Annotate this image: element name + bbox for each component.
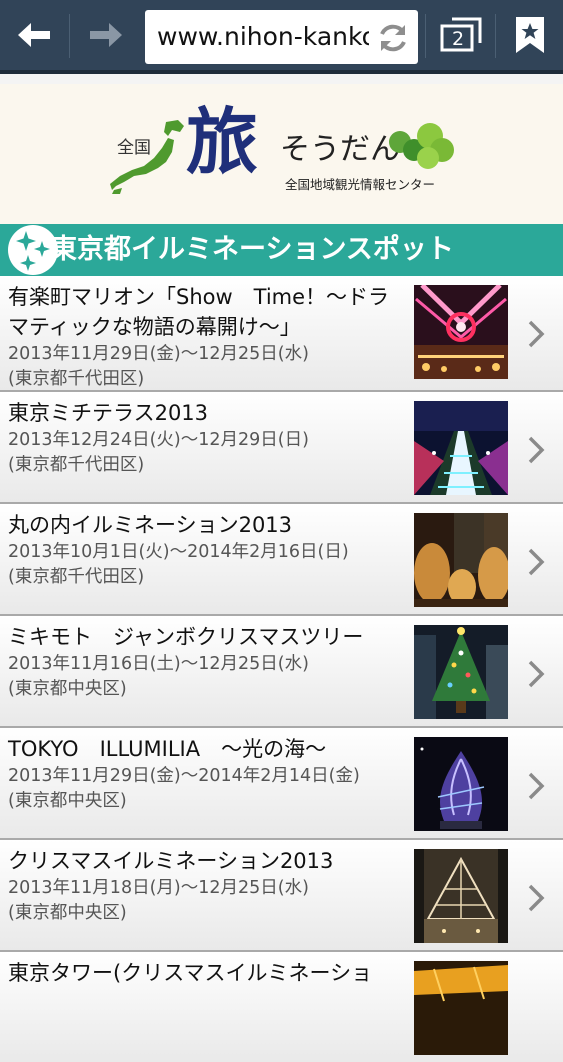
item-area: (東京都中央区) [8,679,127,699]
item-text: 丸の内イルミネーション2013 2013年10月1日(火)～2014年2月16日… [8,510,408,590]
item-title: 東京ミチテラス2013 [8,401,209,425]
arrow-right-icon [90,23,122,47]
browser-toolbar: www.nihon-kankou.or.jp 2 [0,0,563,74]
tab-count: 2 [452,28,465,50]
section-title: 東京都イルミネーションスポット [50,234,454,265]
item-text: 有楽町マリオン「Show Time！～ドラ マティックな物語の幕開け～」 201… [8,282,408,392]
url-text[interactable]: www.nihon-kankou.or.jp [157,10,369,64]
list-item[interactable]: ミキモト ジャンボクリスマスツリー 2013年11月16日(土)～12月25日(… [0,614,563,726]
item-title-line: 有楽町マリオン「Show Time！～ドラ [8,285,390,309]
item-area: (東京都中央区) [8,791,127,811]
event-list: 有楽町マリオン「Show Time！～ドラ マティックな物語の幕開け～」 201… [0,276,563,1062]
address-bar[interactable]: www.nihon-kankou.or.jp [145,10,418,64]
chevron-right-icon [528,320,545,348]
chevron-right-icon [528,660,545,688]
item-thumbnail[interactable] [414,513,508,607]
item-area: (東京都千代田区) [8,369,145,389]
logo-soudan-text: そうだん [280,132,400,167]
item-date: 2013年10月1日(火)～2014年2月16日(日) [8,542,349,562]
item-title: 丸の内イルミネーション2013 [8,513,293,537]
item-thumbnail[interactable] [414,737,508,831]
item-thumbnail[interactable] [414,285,508,379]
toolbar-divider [69,14,70,58]
list-item[interactable]: 丸の内イルミネーション2013 2013年10月1日(火)～2014年2月16日… [0,502,563,614]
chevron-right-icon [528,548,545,576]
item-thumbnail[interactable] [414,961,508,1055]
item-title-line: マティックな物語の幕開け～」 [8,315,301,339]
item-title: 有楽町マリオン「Show Time！～ドラ マティックな物語の幕開け～」 [8,282,408,342]
item-date: 2013年11月16日(土)～12月25日(水) [8,654,309,674]
list-item[interactable]: 東京タワー(クリスマスイルミネーショ [0,950,563,1062]
item-thumbnail[interactable] [414,625,508,719]
item-text: 東京タワー(クリスマスイルミネーショ [8,958,408,988]
item-text: ミキモト ジャンボクリスマスツリー 2013年11月16日(土)～12月25日(… [8,622,408,702]
chevron-right-icon [528,436,545,464]
item-thumbnail[interactable] [414,849,508,943]
item-title: TOKYO ILLUMILIA ～光の海～ [8,737,327,761]
item-area: (東京都千代田区) [8,455,145,475]
tabs-button[interactable]: 2 [430,0,492,70]
item-date: 2013年11月29日(金)～2014年2月14日(金) [8,766,360,786]
item-area: (東京都中央区) [8,903,127,923]
forward-button[interactable] [72,0,140,70]
list-item[interactable]: 東京ミチテラス2013 2013年12月24日(火)～12月29日(日) (東京… [0,390,563,502]
item-thumbnail[interactable] [414,401,508,495]
logo-tabi-text: 旅 [186,99,259,184]
toolbar-divider [425,14,426,58]
item-date: 2013年12月24日(火)～12月29日(日) [8,430,309,450]
toolbar-divider [495,14,496,58]
item-title: ミキモト ジャンボクリスマスツリー [8,625,364,649]
clover-icon [389,123,454,169]
list-item[interactable]: 有楽町マリオン「Show Time！～ドラ マティックな物語の幕開け～」 201… [0,276,563,390]
list-item[interactable]: TOKYO ILLUMILIA ～光の海～ 2013年11月29日(金)～201… [0,726,563,838]
item-text: 東京ミチテラス2013 2013年12月24日(火)～12月29日(日) (東京… [8,398,408,478]
bookmark-star-icon [516,17,544,53]
bookmark-button[interactable] [500,0,560,70]
chevron-right-icon [528,772,545,800]
section-header: 東京都イルミネーションスポット [0,224,563,276]
logo-zenkoku-text: 全国 [117,138,151,158]
site-subtitle: 全国地域観光情報センター [285,177,436,192]
reload-icon[interactable] [376,21,410,55]
arrow-left-icon [18,23,50,47]
item-title: クリスマスイルミネーション2013 [8,849,334,873]
item-title: 東京タワー(クリスマスイルミネーショ [8,961,373,985]
chevron-right-icon [528,884,545,912]
item-text: TOKYO ILLUMILIA ～光の海～ 2013年11月29日(金)～201… [8,734,408,814]
item-text: クリスマスイルミネーション2013 2013年11月18日(月)～12月25日(… [8,846,408,926]
list-item[interactable]: クリスマスイルミネーション2013 2013年11月18日(月)～12月25日(… [0,838,563,950]
item-date: 2013年11月29日(金)～12月25日(水) [8,344,309,364]
item-area: (東京都千代田区) [8,567,145,587]
back-button[interactable] [0,0,68,70]
item-date: 2013年11月18日(月)～12月25日(水) [8,878,309,898]
